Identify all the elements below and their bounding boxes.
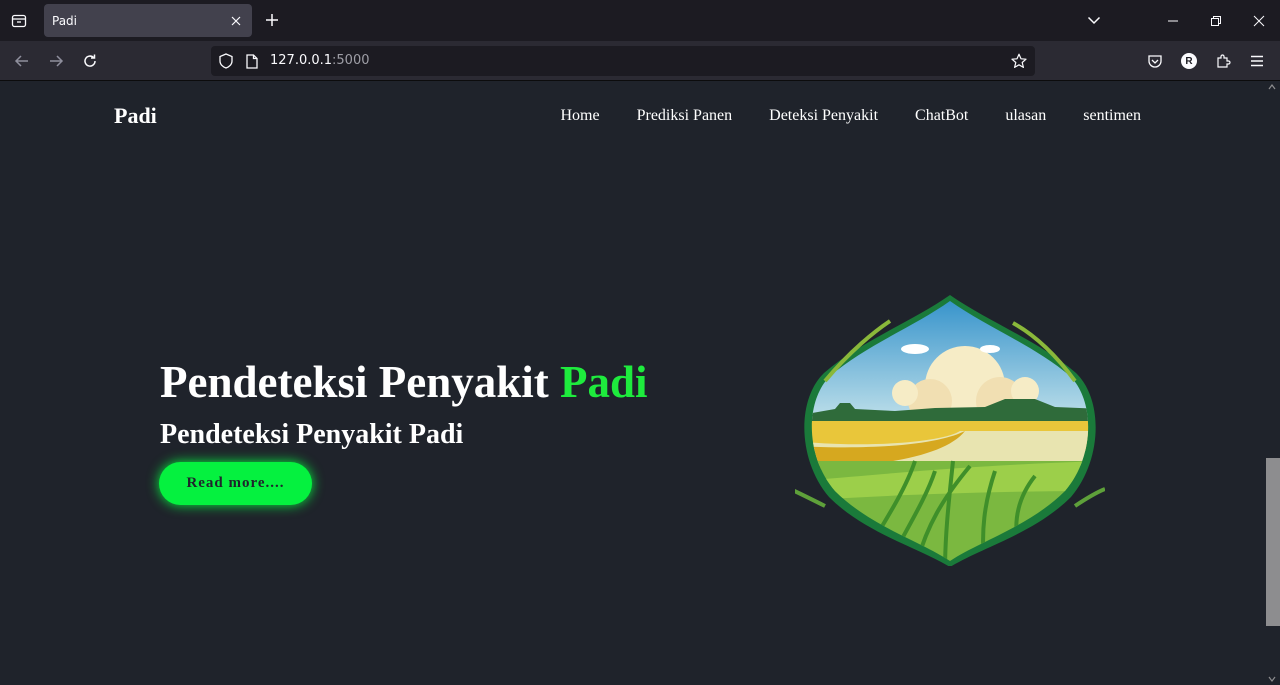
- app-menu-button[interactable]: [1245, 49, 1269, 73]
- chevron-down-icon: [1087, 16, 1101, 25]
- arrow-left-icon: [14, 55, 28, 67]
- read-more-button[interactable]: Read more....: [159, 462, 312, 505]
- list-all-tabs-button[interactable]: [1082, 8, 1106, 32]
- extensions-button[interactable]: [1211, 49, 1235, 73]
- url-port: :5000: [332, 53, 370, 68]
- star-icon: [1011, 53, 1027, 68]
- scroll-up-arrow-icon[interactable]: [1268, 83, 1276, 91]
- plus-icon: [266, 14, 278, 26]
- avatar: R: [1181, 53, 1197, 69]
- scroll-down-arrow-icon[interactable]: [1268, 675, 1276, 683]
- forward-button[interactable]: [44, 49, 68, 73]
- address-bar[interactable]: 127.0.0.1:5000: [211, 46, 1035, 76]
- arrow-right-icon: [50, 55, 64, 67]
- page-icon: [246, 53, 258, 69]
- hero-subtitle: Pendeteksi Penyakit Padi: [160, 419, 464, 450]
- site-info-button[interactable]: [244, 53, 260, 69]
- navigation-toolbar: 127.0.0.1:5000 R: [0, 41, 1280, 81]
- minimize-icon: [1167, 20, 1178, 21]
- puzzle-icon: [1217, 54, 1231, 68]
- tab-title: Padi: [52, 13, 78, 28]
- restore-button[interactable]: [1194, 0, 1237, 41]
- minimize-button[interactable]: [1151, 0, 1194, 41]
- pocket-icon: [1148, 55, 1162, 68]
- firefox-view-button[interactable]: [0, 0, 38, 41]
- tab-list-icon: [11, 14, 27, 27]
- site-nav: Home Prediksi Panen Deteksi Penyakit Cha…: [560, 107, 1141, 125]
- tab-bar: Padi: [0, 0, 1280, 41]
- pocket-button[interactable]: [1143, 49, 1167, 73]
- hero-title-main: Pendeteksi Penyakit: [160, 357, 549, 407]
- tab-close-button[interactable]: [228, 13, 244, 29]
- back-button[interactable]: [10, 49, 34, 73]
- hero-title: Pendeteksi Penyakit Padi: [160, 356, 648, 408]
- browser-tab[interactable]: Padi: [44, 4, 252, 37]
- hero-title-accent: Padi: [560, 357, 648, 407]
- reload-button[interactable]: [78, 49, 102, 73]
- close-window-button[interactable]: [1237, 0, 1280, 41]
- hamburger-icon: [1251, 55, 1263, 67]
- page-scrollbar[interactable]: [1264, 81, 1280, 685]
- site-logo[interactable]: Padi: [114, 103, 157, 129]
- restore-icon: [1210, 15, 1221, 26]
- nav-link-deteksi-penyakit[interactable]: Deteksi Penyakit: [769, 107, 878, 125]
- nav-link-home[interactable]: Home: [560, 107, 599, 125]
- shield-icon: [219, 53, 233, 69]
- window-controls: [1151, 0, 1280, 41]
- nav-link-sentimen[interactable]: sentimen: [1083, 107, 1141, 125]
- close-icon: [231, 16, 241, 25]
- account-button[interactable]: R: [1177, 49, 1201, 73]
- nav-link-ulasan[interactable]: ulasan: [1005, 107, 1046, 125]
- scrollbar-thumb[interactable]: [1266, 458, 1280, 626]
- close-icon: [1253, 15, 1264, 26]
- bookmark-button[interactable]: [1011, 53, 1027, 69]
- url-text[interactable]: 127.0.0.1:5000: [270, 53, 370, 68]
- url-host: 127.0.0.1: [270, 53, 333, 68]
- nav-link-chatbot[interactable]: ChatBot: [915, 107, 968, 125]
- reload-icon: [84, 54, 96, 67]
- page-viewport: Padi Home Prediksi Panen Deteksi Penyaki…: [0, 81, 1264, 685]
- nav-link-prediksi-panen[interactable]: Prediksi Panen: [637, 107, 733, 125]
- rice-field-illustration: [795, 295, 1105, 566]
- new-tab-button[interactable]: [262, 10, 282, 30]
- tracking-protection-button[interactable]: [218, 53, 234, 69]
